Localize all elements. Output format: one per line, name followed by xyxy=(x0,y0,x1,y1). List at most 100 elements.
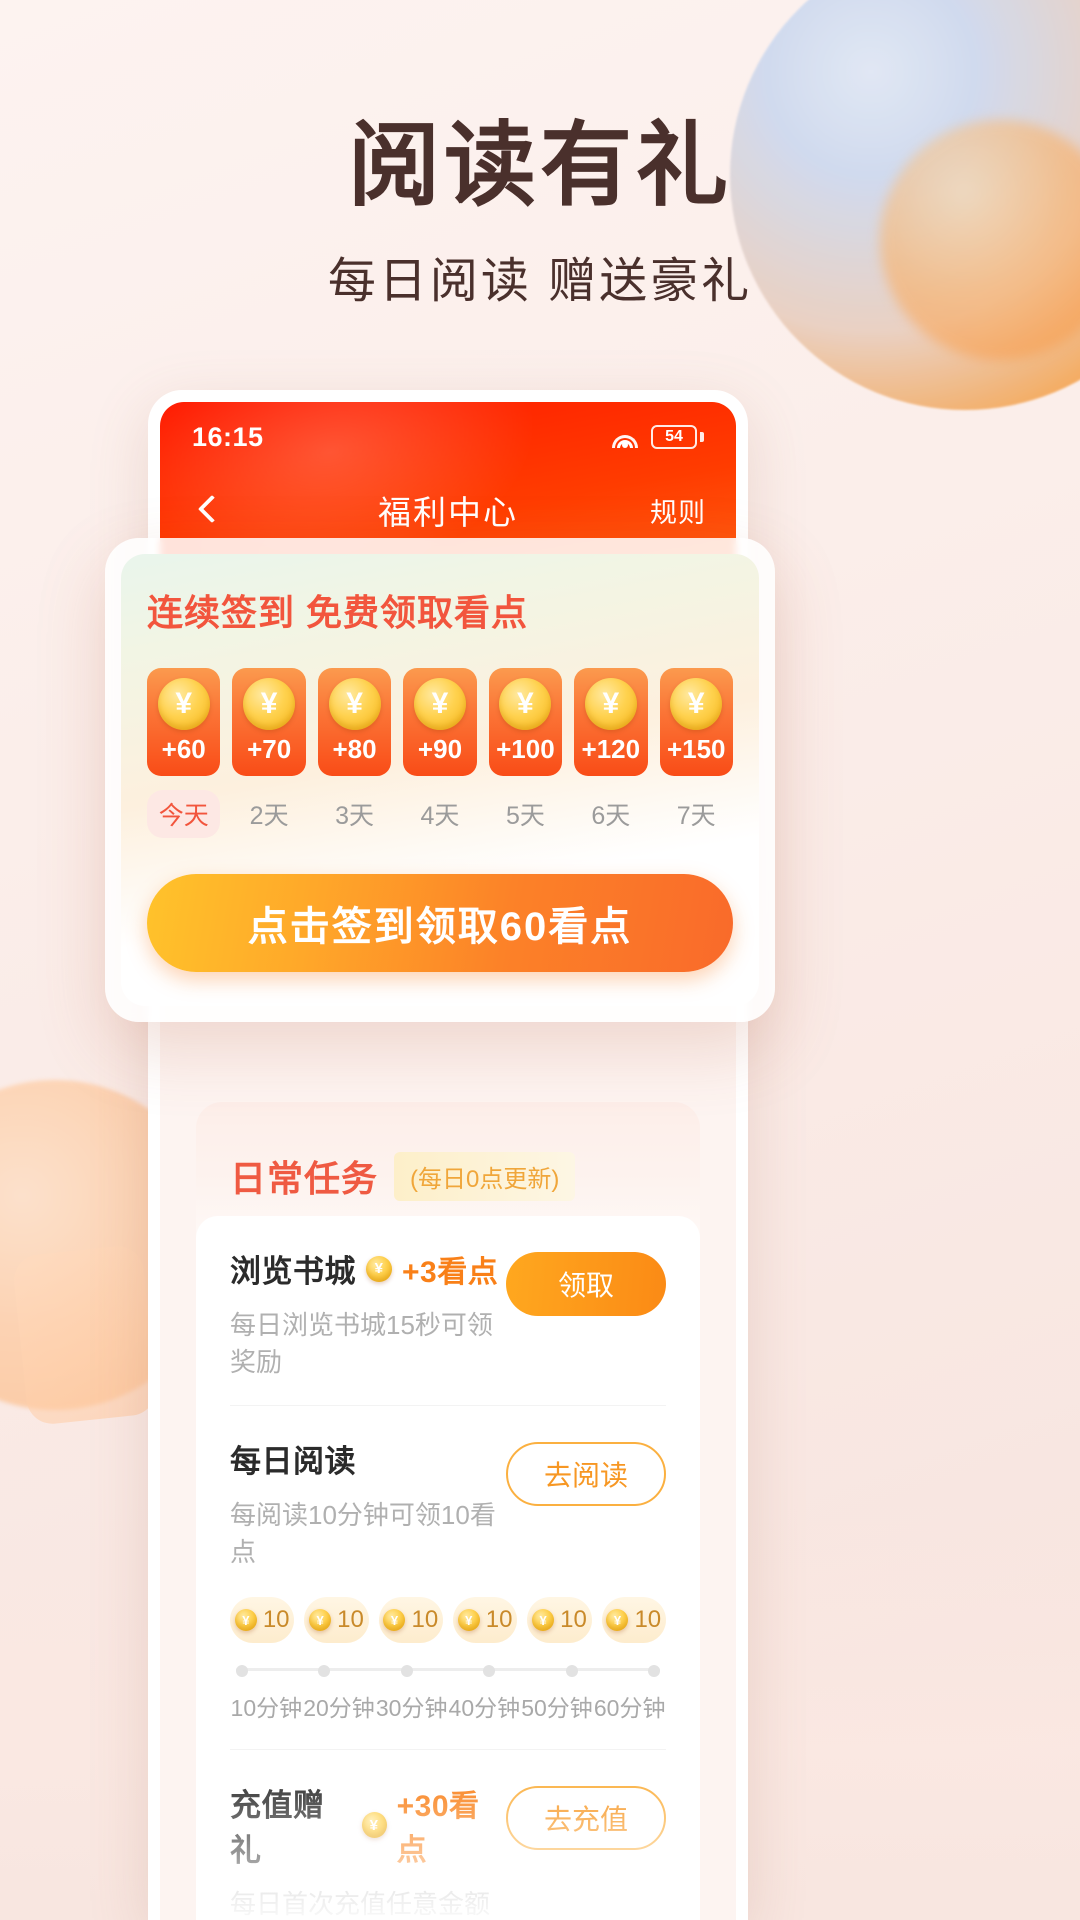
signin-cta-button[interactable]: 点击签到领取60看点 xyxy=(147,874,733,972)
progress-dot xyxy=(647,1665,660,1677)
signin-day-tile[interactable]: ¥ +70 xyxy=(232,668,306,776)
daily-tasks-panel: 日常任务 (每日0点更新) 浏览书城 ¥ +3看点 每日浏览书城15秒可领奖励 … xyxy=(196,1102,700,1920)
milestone-chip: ¥ 10 xyxy=(304,1597,369,1643)
signin-day-amount: +100 xyxy=(496,734,555,764)
battery-level: 54 xyxy=(651,425,697,449)
progress-dot xyxy=(236,1665,248,1677)
coin-icon: ¥ xyxy=(383,1609,406,1631)
milestone-label: 60分钟 xyxy=(593,1695,666,1721)
coin-icon: ¥ xyxy=(157,678,210,730)
progress-dot xyxy=(565,1665,578,1677)
task-action-button[interactable]: 领取 xyxy=(506,1252,666,1316)
signin-day-amount: +120 xyxy=(581,734,641,764)
task-row[interactable]: 浏览书城 ¥ +3看点 每日浏览书城15秒可领奖励 领取 xyxy=(230,1216,666,1406)
coin-icon: ¥ xyxy=(413,678,466,730)
decor-rect-bottom-left xyxy=(11,1243,159,1427)
daily-tasks-header: 日常任务 (每日0点更新) xyxy=(196,1150,700,1202)
reading-milestones: ¥ 10 ¥ 10 ¥ 10 ¥ 10 ¥ 10 ¥ 10 10分钟 20分钟 … xyxy=(230,1597,666,1750)
coin-icon: ¥ xyxy=(532,1609,555,1631)
coin-icon: ¥ xyxy=(328,678,381,730)
task-title-row: 浏览书城 ¥ +3看点 xyxy=(230,1246,506,1291)
daily-tasks-badge: (每日0点更新) xyxy=(394,1151,576,1201)
signin-day-label: 5天 xyxy=(505,802,545,830)
task-content: 每日阅读 每阅读10分钟可领10看点 xyxy=(230,1436,506,1569)
signin-day-label-today: 今天 xyxy=(147,790,221,838)
signin-day-tile[interactable]: ¥ +120 xyxy=(574,668,648,776)
daily-tasks-heading: 日常任务 xyxy=(230,1158,379,1199)
signin-day-amount: +70 xyxy=(247,734,292,764)
signin-day-amount: +60 xyxy=(161,734,206,764)
status-bar: 16:15 54 xyxy=(160,402,736,472)
signin-day-tile[interactable]: ¥ +100 xyxy=(488,668,563,776)
status-bar-indicators: 54 xyxy=(611,425,704,449)
milestone-value: 10 xyxy=(485,1606,513,1633)
task-action-button[interactable]: 去阅读 xyxy=(506,1442,666,1506)
milestone-value: 10 xyxy=(411,1606,439,1633)
signin-day-tile[interactable]: ¥ +60 xyxy=(147,668,221,776)
task-title: 每日阅读 xyxy=(230,1444,356,1479)
signin-day-label: 7天 xyxy=(676,802,716,830)
task-row[interactable]: 每日阅读 每阅读10分钟可领10看点 去阅读 xyxy=(230,1406,666,1569)
milestone-label: 30分钟 xyxy=(375,1695,448,1721)
task-action-button[interactable]: 去充值 xyxy=(506,1786,666,1850)
signin-day-tile[interactable]: ¥ +150 xyxy=(659,668,733,776)
milestone-value: 10 xyxy=(337,1606,364,1633)
signin-day-label: 6天 xyxy=(591,802,631,830)
coin-icon: ¥ xyxy=(606,1609,629,1631)
coin-icon: ¥ xyxy=(361,1812,387,1838)
task-title: 充值赠礼 xyxy=(230,1788,325,1868)
coin-icon: ¥ xyxy=(366,1255,392,1282)
milestone-progress-track xyxy=(236,1665,660,1677)
daily-tasks-list: 浏览书城 ¥ +3看点 每日浏览书城15秒可领奖励 领取 每日阅读 每阅读10分… xyxy=(196,1216,700,1920)
progress-dots xyxy=(236,1665,660,1677)
status-bar-time: 16:15 xyxy=(192,421,264,452)
milestone-chips: ¥ 10 ¥ 10 ¥ 10 ¥ 10 ¥ 10 ¥ 10 xyxy=(230,1597,666,1643)
app-nav-bar: 福利中心 规则 xyxy=(160,472,736,548)
milestone-labels: 10分钟 20分钟 30分钟 40分钟 50分钟 60分钟 xyxy=(230,1689,666,1723)
milestone-chip: ¥ 10 xyxy=(601,1597,666,1643)
coin-icon: ¥ xyxy=(243,678,296,730)
signin-day-tile[interactable]: ¥ +90 xyxy=(403,668,477,776)
coin-icon: ¥ xyxy=(457,1609,480,1631)
signin-card-wrapper: 连续签到 免费领取看点 ¥ +60 ¥ +70 ¥ +80 ¥ +90 ¥ +1… xyxy=(105,538,775,1022)
milestone-value: 10 xyxy=(560,1606,587,1633)
task-row[interactable]: 充值赠礼 ¥ +30看点 每日首次充值任意金额 去充值 xyxy=(230,1750,666,1920)
signin-day-label: 2天 xyxy=(249,802,289,830)
battery-icon: 54 xyxy=(651,425,704,449)
milestone-label: 50分钟 xyxy=(521,1695,593,1721)
milestone-chip: ¥ 10 xyxy=(378,1597,443,1643)
task-reward: +3看点 xyxy=(402,1255,499,1289)
coin-icon: ¥ xyxy=(309,1609,332,1631)
back-button-icon[interactable] xyxy=(190,493,224,527)
wifi-icon xyxy=(611,426,639,448)
task-content: 浏览书城 ¥ +3看点 每日浏览书城15秒可领奖励 xyxy=(230,1246,506,1379)
milestone-label: 40分钟 xyxy=(448,1695,521,1721)
coin-icon: ¥ xyxy=(670,678,723,730)
milestone-value: 10 xyxy=(634,1606,662,1633)
task-title-row: 每日阅读 xyxy=(230,1436,506,1481)
milestone-label: 10分钟 xyxy=(230,1695,303,1721)
milestone-chip: ¥ 10 xyxy=(230,1597,295,1643)
progress-dot xyxy=(400,1665,413,1677)
signin-day-label: 4天 xyxy=(420,802,460,830)
milestone-chip: ¥ 10 xyxy=(527,1597,592,1643)
signin-title: 连续签到 免费领取看点 xyxy=(147,592,529,633)
task-title: 浏览书城 xyxy=(230,1254,356,1289)
signin-day-tile[interactable]: ¥ +80 xyxy=(317,668,392,776)
hero-section: 阅读有礼 每日阅读 赠送豪礼 xyxy=(0,118,1080,311)
signin-days-row: ¥ +60 ¥ +70 ¥ +80 ¥ +90 ¥ +100 ¥ +120 ¥ … xyxy=(147,668,733,776)
task-description: 每日浏览书城15秒可领奖励 xyxy=(230,1310,493,1377)
coin-icon: ¥ xyxy=(499,678,552,730)
page-title: 阅读有礼 xyxy=(347,115,732,217)
signin-day-amount: +90 xyxy=(417,734,463,764)
task-content: 充值赠礼 ¥ +30看点 每日首次充值任意金额 xyxy=(230,1780,506,1920)
task-description: 每日首次充值任意金额 xyxy=(230,1889,491,1919)
milestone-label: 20分钟 xyxy=(303,1695,375,1721)
page-subtitle: 每日阅读 赠送豪礼 xyxy=(327,254,753,308)
task-title-row: 充值赠礼 ¥ +30看点 xyxy=(230,1780,506,1870)
signin-day-label: 3天 xyxy=(335,802,374,830)
coin-icon: ¥ xyxy=(234,1609,257,1631)
rule-button[interactable]: 规则 xyxy=(650,491,706,530)
task-description: 每阅读10分钟可领10看点 xyxy=(230,1500,496,1567)
signin-day-amount: +80 xyxy=(332,734,377,764)
